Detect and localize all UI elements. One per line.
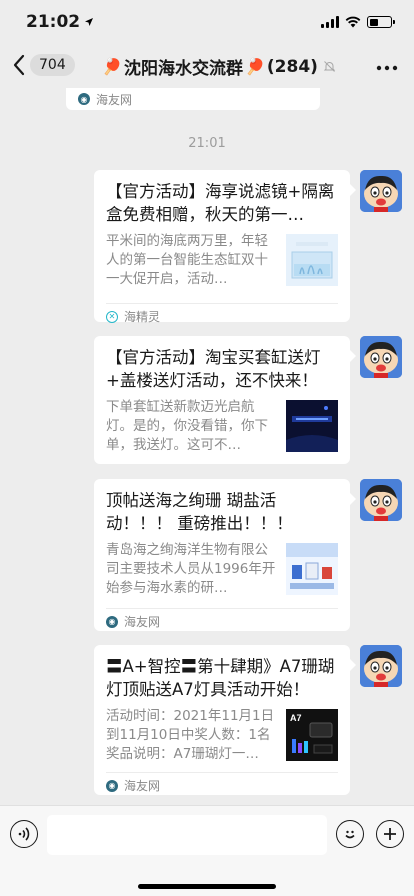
avatar-cartoon-icon [360, 479, 402, 521]
input-bar [0, 805, 414, 896]
a7-label: A7 [290, 713, 302, 723]
partial-link-card[interactable]: ◉ 海友网 [66, 88, 320, 110]
card-source: 海友网 [96, 92, 133, 107]
avatar[interactable] [360, 170, 402, 212]
aquarium-tank-image [286, 234, 338, 286]
card-source: 海精灵 [124, 310, 161, 324]
link-card[interactable]: 顶帖送海之绚珊 瑚盐活动！！！ 重磅推出！！！ 青岛海之绚海洋生物有限公司主要技… [94, 479, 356, 634]
more-options-button[interactable] [376, 56, 398, 72]
haijingling-logo-icon: ✕ [106, 310, 118, 323]
card-title: 【官方活动】淘宝买套缸送灯+盖楼送灯活动，还不快来！ [106, 348, 321, 390]
group-name: 沈阳海水交流群 [123, 59, 243, 79]
more-dots-icon [376, 65, 398, 71]
salt-products-image [286, 543, 338, 595]
card-description: 平米间的海底两万里，年轻人的第一台智能生态缸双十一大促开启，活动… [106, 233, 268, 287]
card-footer: ◉ 海友网 [106, 608, 338, 634]
emoji-button[interactable] [336, 820, 364, 848]
location-arrow-icon [85, 18, 94, 26]
status-time: 21:02 [26, 12, 94, 32]
chat-title[interactable]: 🏓 沈阳海水交流群 🏓 (284) [96, 54, 342, 79]
chevron-left-icon [13, 54, 25, 76]
avatar[interactable] [360, 645, 402, 687]
avatar[interactable] [360, 336, 402, 378]
link-card[interactable]: 【官方活动】海享说滤镜+隔离盒免费相赠，秋天的第一… 平米间的海底两万里，年轻人… [94, 170, 356, 324]
plus-icon [384, 828, 396, 840]
haiyouwang-logo-icon: ◉ [106, 779, 118, 792]
voice-icon [18, 827, 30, 841]
link-card[interactable]: 〓A+智控〓第十肆期》A7珊瑚灯顶贴送A7灯具活动开始！ 活动时间：2021年1… [94, 645, 356, 798]
avatar-cartoon-icon [360, 170, 402, 212]
avatar-cartoon-icon [360, 645, 402, 687]
clock-text: 21:02 [26, 12, 81, 32]
battery-fill [369, 18, 378, 26]
signal-icon [321, 16, 339, 28]
card-description: 青岛海之绚海洋生物有限公司主要技术人员从1996年开始参与海水素的研… [106, 542, 276, 596]
message-input[interactable] [47, 815, 327, 855]
haiyouwang-logo-icon: ◉ [106, 615, 118, 628]
plus-button[interactable] [376, 820, 404, 848]
status-bar: 21:02 [0, 0, 414, 44]
message-timestamp: 21:01 [188, 136, 226, 151]
home-indicator[interactable] [138, 884, 276, 889]
card-title: 〓A+智控〓第十肆期》A7珊瑚灯顶贴送A7灯具活动开始！ [106, 657, 335, 699]
card-title: 【官方活动】海享说滤镜+隔离盒免费相赠，秋天的第一… [106, 182, 335, 224]
card-title: 顶帖送海之绚珊 瑚盐活动！！！ 重磅推出！！！ [106, 491, 293, 533]
link-card[interactable]: 【官方活动】淘宝买套缸送灯+盖楼送灯活动，还不快来！ 下单套缸送新款迈光启航灯。… [94, 336, 356, 464]
wifi-icon [345, 16, 361, 28]
unread-count-badge: 704 [30, 54, 75, 76]
pingpong-icon: 🏓 [244, 57, 265, 76]
emoji-icon [345, 830, 355, 839]
avatar-cartoon-icon [360, 336, 402, 378]
card-footer: ✕ 海精灵 [106, 303, 338, 329]
card-source: 海友网 [124, 779, 161, 793]
dark-banner-image [286, 400, 338, 452]
card-description: 活动时间：2021年11月1日到11月10日中奖人数：1名奖品说明：A7珊瑚灯一… [106, 708, 275, 762]
back-button[interactable]: 704 [12, 54, 75, 76]
nav-bar: 704 🏓 沈阳海水交流群 🏓 (284) [0, 44, 414, 88]
voice-button[interactable] [10, 820, 38, 848]
a7-lamp-image: A7 [286, 709, 338, 761]
member-count: (284) [266, 56, 318, 77]
card-footer: ◉ 海友网 [106, 772, 338, 798]
chat-area[interactable]: ◉ 海友网 21:01 【官方活动】海享说滤镜+隔离盒免费相赠，秋天的第一… 平… [0, 88, 414, 805]
status-indicators [321, 16, 395, 28]
pingpong-icon: 🏓 [102, 57, 122, 76]
haiyouwang-logo-icon: ◉ [78, 93, 90, 105]
card-source: 海友网 [124, 615, 161, 629]
mute-bell-icon [323, 61, 336, 72]
card-description: 下单套缸送新款迈光启航灯。是的，你没看错，你下单，我送灯。这可不… [106, 399, 268, 453]
avatar[interactable] [360, 479, 402, 521]
battery-icon [367, 16, 395, 28]
